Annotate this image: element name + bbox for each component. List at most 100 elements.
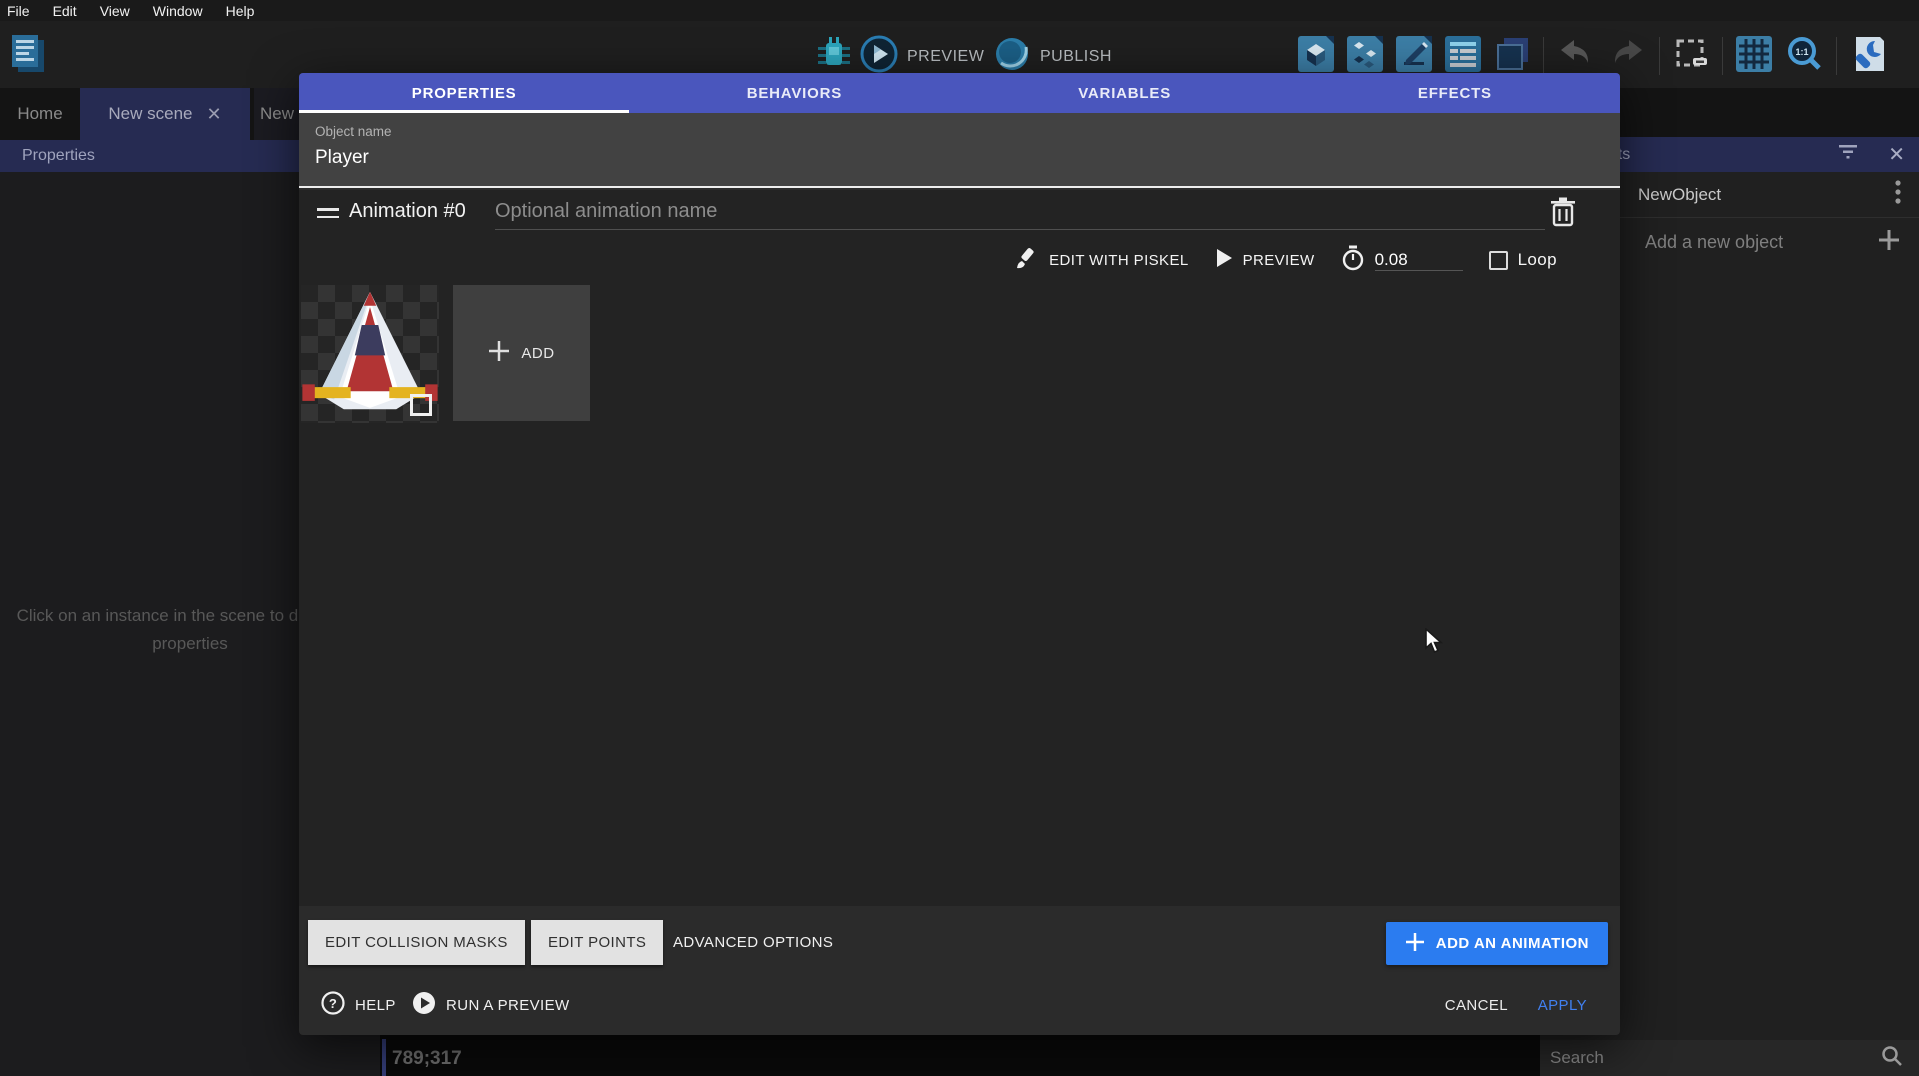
preview-label: PREVIEW [907, 48, 984, 66]
redo-icon[interactable] [1608, 36, 1646, 77]
loop-label: Loop [1518, 250, 1557, 270]
dialog-footer: ? HELP RUN A PREVIEW CANCEL APPLY [299, 985, 1620, 1025]
animation-section: Animation #0 [299, 190, 1620, 906]
preview-animation-label: PREVIEW [1243, 252, 1315, 269]
tab-behaviors-label: BEHAVIORS [747, 85, 842, 102]
svg-text:1:1: 1:1 [1795, 47, 1808, 57]
checkbox-icon[interactable] [1489, 251, 1508, 270]
properties-panel-title: Properties [22, 147, 95, 165]
menu-file[interactable]: File [7, 3, 30, 19]
tab-variables[interactable]: VARIABLES [960, 73, 1290, 113]
open-project-icon[interactable] [8, 32, 48, 81]
plus-icon [488, 340, 510, 366]
edit-with-piskel-button[interactable]: EDIT WITH PISKEL [1015, 246, 1188, 274]
tab-home[interactable]: Home [0, 88, 80, 140]
close-tab-icon[interactable]: ✕ [207, 104, 222, 125]
object-menu-icon[interactable] [1895, 180, 1901, 209]
tab-variables-label: VARIABLES [1078, 85, 1171, 102]
add-frame-button[interactable]: ADD [453, 285, 590, 421]
plus-icon[interactable] [1877, 228, 1901, 257]
edit-points-label: EDIT POINTS [548, 934, 646, 951]
run-a-preview-label: RUN A PREVIEW [446, 997, 570, 1014]
edit-with-piskel-label: EDIT WITH PISKEL [1049, 252, 1188, 269]
tab-behaviors[interactable]: BEHAVIORS [629, 73, 959, 113]
apply-label: APPLY [1538, 997, 1587, 1014]
play-icon [1215, 248, 1233, 272]
add-frame-label: ADD [521, 345, 554, 362]
edit-collision-masks-label: EDIT COLLISION MASKS [325, 934, 508, 951]
add-object-icon[interactable] [1298, 36, 1334, 77]
objects-groups-icon[interactable] [1347, 36, 1383, 77]
menu-window[interactable]: Window [153, 3, 203, 19]
object-editor-dialog: PROPERTIES BEHAVIORS VARIABLES EFFECTS O… [299, 73, 1620, 1035]
play-circle-icon [412, 991, 436, 1019]
object-name-field-label: Object name [315, 124, 392, 139]
cancel-button[interactable]: CANCEL [1445, 985, 1508, 1025]
preview-button[interactable]: PREVIEW [860, 35, 984, 78]
plus-icon [1405, 932, 1425, 956]
object-name-label: NewObject [1638, 185, 1721, 205]
properties-list-icon[interactable] [1445, 36, 1481, 77]
gdevelop-window: File Edit View Window Help [0, 0, 1919, 1076]
menu-edit[interactable]: Edit [53, 3, 77, 19]
run-a-preview-button[interactable]: RUN A PREVIEW [412, 985, 570, 1025]
trash-icon [1550, 197, 1576, 232]
edit-collision-masks-button[interactable]: EDIT COLLISION MASKS [308, 920, 525, 965]
scene-toolbar-icons: 1:1 [1298, 36, 1886, 76]
close-panel-icon[interactable]: ✕ [1888, 142, 1905, 167]
svg-text:?: ? [329, 996, 337, 1011]
animation-controls: EDIT WITH PISKEL PREVIEW [1015, 242, 1557, 278]
tab-effects[interactable]: EFFECTS [1290, 73, 1620, 113]
drag-handle-icon[interactable] [317, 208, 339, 223]
edit-scene-icon[interactable] [1396, 36, 1432, 77]
object-name-field: Object name [299, 113, 1620, 188]
dialog-tab-bar: PROPERTIES BEHAVIORS VARIABLES EFFECTS [299, 73, 1620, 113]
menu-view[interactable]: View [100, 3, 130, 19]
instances-list-icon[interactable] [1494, 36, 1530, 77]
delete-animation-button[interactable] [1548, 198, 1578, 230]
zoom-1-1-icon[interactable]: 1:1 [1785, 35, 1823, 78]
cursor-coordinates: 789;317 [392, 1048, 462, 1070]
help-button[interactable]: ? HELP [321, 985, 396, 1025]
advanced-options-button[interactable]: ADVANCED OPTIONS [673, 920, 833, 965]
add-an-animation-button[interactable]: ADD AN ANIMATION [1386, 922, 1608, 965]
menu-bar: File Edit View Window Help [0, 0, 1919, 21]
add-object-label: Add a new object [1645, 232, 1783, 253]
tab-effects-label: EFFECTS [1418, 85, 1492, 102]
animation-title: Animation #0 [349, 200, 466, 223]
stopwatch-icon [1341, 245, 1365, 275]
edit-points-button[interactable]: EDIT POINTS [531, 920, 663, 965]
advanced-options-label: ADVANCED OPTIONS [673, 934, 833, 951]
help-icon: ? [321, 991, 345, 1019]
tab-other-label: New [260, 104, 294, 124]
mouse-cursor [1424, 628, 1446, 659]
apply-button[interactable]: APPLY [1538, 985, 1587, 1025]
animation-name-input[interactable] [495, 194, 1545, 230]
grid-icon[interactable] [1736, 36, 1772, 77]
search-icon [1881, 1045, 1903, 1072]
tab-new-scene[interactable]: New scene ✕ [80, 88, 250, 140]
frame-select-checkbox[interactable] [410, 394, 432, 416]
preview-animation-button[interactable]: PREVIEW [1215, 248, 1315, 272]
tab-properties[interactable]: PROPERTIES [299, 73, 629, 113]
preview-play-icon [860, 35, 898, 78]
menu-help[interactable]: Help [226, 3, 255, 19]
loop-toggle[interactable]: Loop [1489, 250, 1557, 270]
filter-icon[interactable] [1838, 144, 1858, 165]
tab-home-label: Home [17, 104, 62, 124]
cancel-label: CANCEL [1445, 997, 1508, 1014]
object-name-input[interactable] [315, 147, 1595, 169]
objects-search-bar [1540, 1040, 1919, 1076]
brush-icon [1015, 246, 1039, 274]
setup-grid-icon[interactable] [1850, 35, 1886, 78]
search-input[interactable] [1540, 1048, 1881, 1068]
publish-button[interactable]: PUBLISH [993, 35, 1112, 78]
deselect-icon[interactable] [1673, 36, 1709, 77]
publish-globe-icon [993, 35, 1031, 78]
animation-frame-thumbnail[interactable] [301, 285, 439, 423]
undo-icon[interactable] [1557, 36, 1595, 77]
time-between-frames-field [1341, 245, 1463, 275]
time-between-frames-input[interactable] [1375, 250, 1463, 271]
scene-selection-edge [382, 1039, 386, 1076]
add-an-animation-label: ADD AN ANIMATION [1436, 935, 1589, 952]
